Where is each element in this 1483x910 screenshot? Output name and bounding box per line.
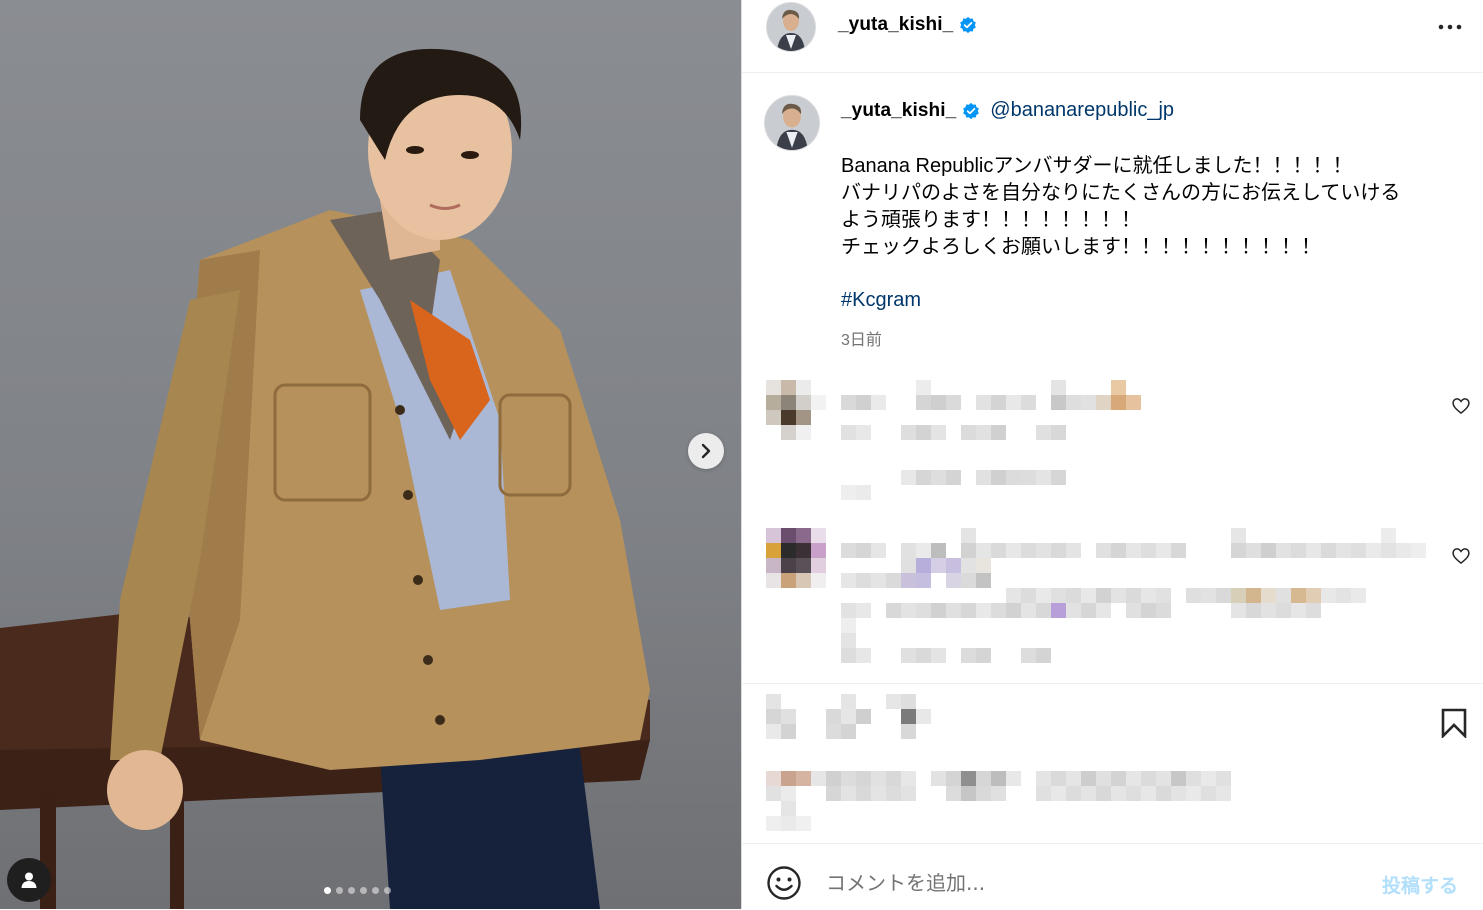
post-sidebar: _yuta_kishi_ _yuta_kishi_ @bananarepubli… xyxy=(741,0,1483,909)
hashtag-link[interactable]: #Kcgram xyxy=(841,289,921,312)
carousel-dot xyxy=(336,887,343,894)
caption-username[interactable]: _yuta_kishi_ xyxy=(841,100,956,122)
likes-text-blurred xyxy=(766,756,1236,831)
avatar-image xyxy=(765,96,819,150)
verified-badge-icon xyxy=(960,16,977,34)
action-icons-blurred[interactable] xyxy=(766,694,936,742)
caption-line: Banana Republicアンバサダーに就任しました！！！！！ xyxy=(841,155,1353,177)
carousel-next-button[interactable] xyxy=(688,433,724,469)
carousel-dot xyxy=(384,887,391,894)
post-actions xyxy=(742,683,1483,844)
post-photo xyxy=(0,48,650,909)
avatar[interactable] xyxy=(764,95,820,151)
comment-form: 投稿する xyxy=(742,843,1483,910)
carousel-dot xyxy=(360,887,367,894)
verified-badge-icon xyxy=(963,102,980,119)
user-tags-button[interactable] xyxy=(7,858,51,902)
carousel-dot xyxy=(348,887,355,894)
more-options-icon[interactable] xyxy=(1436,13,1464,41)
post-media[interactable] xyxy=(0,0,741,909)
comment-avatar-blurred[interactable] xyxy=(766,380,826,440)
caption-line: チェックよろしくお願いします！！！！！！！！！！ xyxy=(841,236,1321,258)
carousel-dot xyxy=(324,887,331,894)
heart-icon[interactable] xyxy=(1451,396,1471,416)
avatar[interactable] xyxy=(766,2,816,52)
caption-line: よう頑張ります！！！！！！！！ xyxy=(841,209,1141,231)
bookmark-icon[interactable] xyxy=(1439,708,1469,738)
chevron-right-icon xyxy=(701,443,711,459)
post-header: _yuta_kishi_ xyxy=(742,0,1483,73)
caption-line: バナリパのよさを自分なりにたくさんの方にお伝えしていける xyxy=(841,182,1401,204)
carousel-dot xyxy=(372,887,379,894)
avatar-image xyxy=(767,3,815,51)
comment-text-blurred xyxy=(841,380,1161,500)
mention-link[interactable]: @bananarepublic_jp xyxy=(990,99,1174,122)
caption-text: Banana Republicアンバサダーに就任しました！！！！！ バナリパのよ… xyxy=(841,153,1441,261)
comment-text-blurred xyxy=(841,528,1431,678)
post-comment-button[interactable]: 投稿する xyxy=(1382,871,1458,898)
comment-avatar-blurred[interactable] xyxy=(766,528,826,588)
carousel-indicator xyxy=(324,887,391,894)
comment-input[interactable] xyxy=(824,864,1348,902)
heart-icon[interactable] xyxy=(1451,546,1471,566)
post-timestamp: 3日前 xyxy=(841,332,882,349)
user-tag-icon xyxy=(21,872,37,888)
emoji-icon[interactable] xyxy=(766,865,802,901)
header-username[interactable]: _yuta_kishi_ xyxy=(838,14,953,36)
